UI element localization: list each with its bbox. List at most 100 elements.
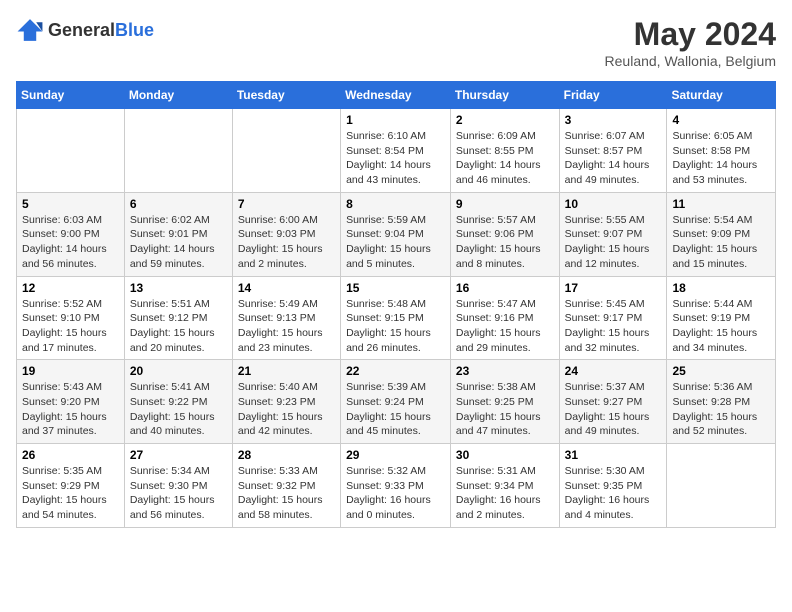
logo-blue: Blue: [115, 21, 154, 39]
main-title: May 2024: [605, 16, 776, 53]
day-info: Sunrise: 5:30 AMSunset: 9:35 PMDaylight:…: [565, 464, 662, 523]
logo-general: General: [48, 21, 115, 39]
day-number: 13: [130, 281, 227, 295]
calendar-cell: 13 Sunrise: 5:51 AMSunset: 9:12 PMDayligh…: [124, 276, 232, 360]
day-info: Sunrise: 5:57 AMSunset: 9:06 PMDaylight:…: [456, 213, 554, 272]
day-number: 15: [346, 281, 445, 295]
calendar-cell: 24 Sunrise: 5:37 AMSunset: 9:27 PMDayligh…: [559, 360, 667, 444]
title-block: May 2024 Reuland, Wallonia, Belgium: [605, 16, 776, 69]
day-header-tuesday: Tuesday: [232, 82, 340, 109]
day-info: Sunrise: 6:09 AMSunset: 8:55 PMDaylight:…: [456, 129, 554, 188]
day-number: 8: [346, 197, 445, 211]
calendar-cell: 25 Sunrise: 5:36 AMSunset: 9:28 PMDayligh…: [667, 360, 776, 444]
day-info: Sunrise: 5:36 AMSunset: 9:28 PMDaylight:…: [672, 380, 770, 439]
day-number: 14: [238, 281, 335, 295]
day-info: Sunrise: 6:10 AMSunset: 8:54 PMDaylight:…: [346, 129, 445, 188]
day-info: Sunrise: 6:02 AMSunset: 9:01 PMDaylight:…: [130, 213, 227, 272]
calendar-cell: 5 Sunrise: 6:03 AMSunset: 9:00 PMDaylight…: [17, 192, 125, 276]
page-header: General Blue May 2024 Reuland, Wallonia,…: [16, 16, 776, 69]
day-info: Sunrise: 5:45 AMSunset: 9:17 PMDaylight:…: [565, 297, 662, 356]
day-number: 2: [456, 113, 554, 127]
day-header-sunday: Sunday: [17, 82, 125, 109]
week-row-1: 1 Sunrise: 6:10 AMSunset: 8:54 PMDaylight…: [17, 109, 776, 193]
calendar-cell: 10 Sunrise: 5:55 AMSunset: 9:07 PMDayligh…: [559, 192, 667, 276]
day-info: Sunrise: 6:03 AMSunset: 9:00 PMDaylight:…: [22, 213, 119, 272]
day-info: Sunrise: 5:52 AMSunset: 9:10 PMDaylight:…: [22, 297, 119, 356]
calendar-cell: 11Sunrise: 5:54 AMSunset: 9:09 PMDayligh…: [667, 192, 776, 276]
logo-icon: [16, 16, 44, 44]
day-number: 25: [672, 364, 770, 378]
calendar-cell: 29 Sunrise: 5:32 AMSunset: 9:33 PMDayligh…: [341, 444, 451, 528]
day-info: Sunrise: 5:37 AMSunset: 9:27 PMDaylight:…: [565, 380, 662, 439]
calendar-table: SundayMondayTuesdayWednesdayThursdayFrid…: [16, 81, 776, 528]
day-info: Sunrise: 5:51 AMSunset: 9:12 PMDaylight:…: [130, 297, 227, 356]
calendar-cell: [667, 444, 776, 528]
calendar-cell: 4 Sunrise: 6:05 AMSunset: 8:58 PMDaylight…: [667, 109, 776, 193]
day-info: Sunrise: 5:54 AMSunset: 9:09 PMDaylight:…: [672, 213, 770, 272]
day-number: 31: [565, 448, 662, 462]
calendar-cell: 2 Sunrise: 6:09 AMSunset: 8:55 PMDaylight…: [450, 109, 559, 193]
day-info: Sunrise: 6:00 AMSunset: 9:03 PMDaylight:…: [238, 213, 335, 272]
day-number: 1: [346, 113, 445, 127]
calendar-cell: 16Sunrise: 5:47 AMSunset: 9:16 PMDayligh…: [450, 276, 559, 360]
calendar-cell: 3 Sunrise: 6:07 AMSunset: 8:57 PMDaylight…: [559, 109, 667, 193]
calendar-cell: 12 Sunrise: 5:52 AMSunset: 9:10 PMDayligh…: [17, 276, 125, 360]
day-info: Sunrise: 5:40 AMSunset: 9:23 PMDaylight:…: [238, 380, 335, 439]
day-number: 12: [22, 281, 119, 295]
week-row-5: 26 Sunrise: 5:35 AMSunset: 9:29 PMDayligh…: [17, 444, 776, 528]
day-number: 10: [565, 197, 662, 211]
day-info: Sunrise: 5:55 AMSunset: 9:07 PMDaylight:…: [565, 213, 662, 272]
day-header-thursday: Thursday: [450, 82, 559, 109]
day-info: Sunrise: 5:38 AMSunset: 9:25 PMDaylight:…: [456, 380, 554, 439]
day-info: Sunrise: 6:05 AMSunset: 8:58 PMDaylight:…: [672, 129, 770, 188]
day-info: Sunrise: 6:07 AMSunset: 8:57 PMDaylight:…: [565, 129, 662, 188]
day-header-saturday: Saturday: [667, 82, 776, 109]
day-number: 5: [22, 197, 119, 211]
day-info: Sunrise: 5:35 AMSunset: 9:29 PMDaylight:…: [22, 464, 119, 523]
day-info: Sunrise: 5:32 AMSunset: 9:33 PMDaylight:…: [346, 464, 445, 523]
calendar-cell: [124, 109, 232, 193]
day-number: 29: [346, 448, 445, 462]
logo: General Blue: [16, 16, 154, 44]
day-number: 23: [456, 364, 554, 378]
week-row-3: 12 Sunrise: 5:52 AMSunset: 9:10 PMDayligh…: [17, 276, 776, 360]
week-row-2: 5 Sunrise: 6:03 AMSunset: 9:00 PMDaylight…: [17, 192, 776, 276]
calendar-cell: 27Sunrise: 5:34 AMSunset: 9:30 PMDayligh…: [124, 444, 232, 528]
day-number: 3: [565, 113, 662, 127]
day-number: 22: [346, 364, 445, 378]
calendar-cell: 15 Sunrise: 5:48 AMSunset: 9:15 PMDayligh…: [341, 276, 451, 360]
calendar-cell: 17Sunrise: 5:45 AMSunset: 9:17 PMDayligh…: [559, 276, 667, 360]
calendar-cell: 31 Sunrise: 5:30 AMSunset: 9:35 PMDayligh…: [559, 444, 667, 528]
day-header-friday: Friday: [559, 82, 667, 109]
calendar-cell: 23 Sunrise: 5:38 AMSunset: 9:25 PMDayligh…: [450, 360, 559, 444]
subtitle: Reuland, Wallonia, Belgium: [605, 53, 776, 69]
day-number: 7: [238, 197, 335, 211]
day-number: 21: [238, 364, 335, 378]
day-number: 26: [22, 448, 119, 462]
calendar-cell: [232, 109, 340, 193]
calendar-cell: 1 Sunrise: 6:10 AMSunset: 8:54 PMDaylight…: [341, 109, 451, 193]
day-info: Sunrise: 5:33 AMSunset: 9:32 PMDaylight:…: [238, 464, 335, 523]
day-number: 4: [672, 113, 770, 127]
day-number: 6: [130, 197, 227, 211]
day-info: Sunrise: 5:49 AMSunset: 9:13 PMDaylight:…: [238, 297, 335, 356]
day-number: 9: [456, 197, 554, 211]
calendar-cell: 26 Sunrise: 5:35 AMSunset: 9:29 PMDayligh…: [17, 444, 125, 528]
day-info: Sunrise: 5:39 AMSunset: 9:24 PMDaylight:…: [346, 380, 445, 439]
calendar-cell: 21 Sunrise: 5:40 AMSunset: 9:23 PMDayligh…: [232, 360, 340, 444]
calendar-cell: 9 Sunrise: 5:57 AMSunset: 9:06 PMDaylight…: [450, 192, 559, 276]
day-info: Sunrise: 5:48 AMSunset: 9:15 PMDaylight:…: [346, 297, 445, 356]
day-number: 27: [130, 448, 227, 462]
calendar-cell: 7 Sunrise: 6:00 AMSunset: 9:03 PMDaylight…: [232, 192, 340, 276]
day-info: Sunrise: 5:43 AMSunset: 9:20 PMDaylight:…: [22, 380, 119, 439]
calendar-cell: 6 Sunrise: 6:02 AMSunset: 9:01 PMDaylight…: [124, 192, 232, 276]
day-info: Sunrise: 5:44 AMSunset: 9:19 PMDaylight:…: [672, 297, 770, 356]
day-number: 24: [565, 364, 662, 378]
day-header-wednesday: Wednesday: [341, 82, 451, 109]
day-number: 20: [130, 364, 227, 378]
day-number: 28: [238, 448, 335, 462]
day-number: 16: [456, 281, 554, 295]
day-header-monday: Monday: [124, 82, 232, 109]
calendar-cell: 30Sunrise: 5:31 AMSunset: 9:34 PMDayligh…: [450, 444, 559, 528]
day-number: 30: [456, 448, 554, 462]
